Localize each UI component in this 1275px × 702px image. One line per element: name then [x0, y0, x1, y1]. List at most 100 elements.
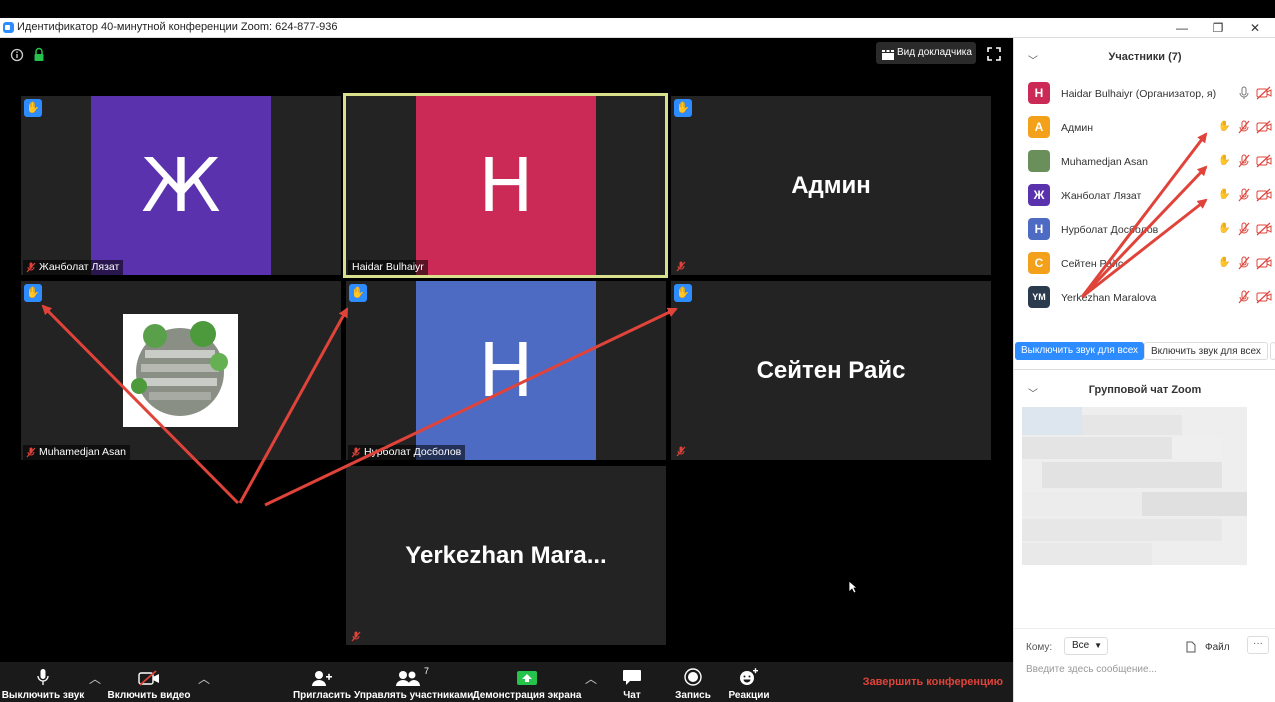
muted-mic-icon — [26, 262, 36, 273]
unmute-all-button[interactable]: Включить звук для всех — [1144, 342, 1268, 360]
participant-name: Жанболат Лязат — [39, 261, 120, 273]
audio-options-caret-icon[interactable]: ︿ — [89, 670, 101, 687]
video-tile[interactable]: Админ ✋ — [671, 96, 991, 275]
raised-hand-icon: ✋ — [1218, 189, 1231, 200]
muted-mic-icon[interactable] — [1237, 256, 1251, 270]
video-tile[interactable]: Ж ✋ Жанболат Лязат — [21, 96, 341, 275]
participant-row[interactable]: А Админ ✋ — [1028, 112, 1273, 142]
recipient-value: Все — [1072, 640, 1090, 651]
share-options-caret-icon[interactable]: ︿ — [585, 670, 597, 687]
speaker-view-button[interactable]: Вид докладчика — [876, 42, 976, 64]
participant-row[interactable]: Ж Жанболат Лязат ✋ — [1028, 180, 1273, 210]
chat-title: Групповой чат Zoom — [1088, 384, 1202, 396]
share-screen-button[interactable]: Демонстрация экрана — [472, 662, 582, 702]
muted-mic-icon[interactable] — [1237, 188, 1251, 202]
start-video-button[interactable]: Включить видео — [105, 662, 193, 702]
video-options-caret-icon[interactable]: ︿ — [198, 670, 210, 687]
avatar-letter: H — [478, 327, 534, 414]
video-off-icon[interactable] — [1256, 222, 1272, 236]
participant-name-label: Muhamedjan Asan — [23, 445, 130, 460]
file-icon[interactable] — [1186, 641, 1196, 653]
window-titlebar: Идентификатор 40-минутной конференции Zo… — [0, 18, 1275, 38]
reactions-smile-icon — [740, 668, 758, 685]
chat-button[interactable]: Чат — [610, 662, 654, 702]
grid-icon — [882, 47, 894, 60]
participant-row[interactable]: H Нурболат Досболов ✋ — [1028, 214, 1273, 244]
chevron-down-icon: ▼ — [1094, 641, 1102, 650]
raised-hand-icon: ✋ — [24, 284, 42, 302]
muted-mic-icon[interactable] — [1237, 290, 1251, 304]
muted-mic-icon — [676, 446, 686, 457]
record-label: Запись — [675, 690, 711, 701]
participant-row[interactable]: YM Yerkezhan Maralova — [1028, 282, 1273, 312]
chat-messages-blurred — [1022, 407, 1247, 565]
raised-hand-icon: ✋ — [1218, 223, 1231, 234]
video-off-icon[interactable] — [1256, 154, 1272, 168]
muted-mic-icon[interactable] — [1237, 154, 1251, 168]
avatar: H — [416, 96, 596, 275]
video-off-icon[interactable] — [1256, 86, 1272, 100]
video-off-icon[interactable] — [1256, 256, 1272, 270]
raised-hand-icon: ✋ — [24, 99, 42, 117]
speaker-view-label: Вид докладчика — [897, 47, 972, 58]
participant-name: Haidar Bulhaiyr — [352, 261, 424, 273]
file-button[interactable]: Файл — [1205, 642, 1230, 653]
manage-participants-button[interactable]: 7 Управлять участниками — [354, 662, 473, 702]
video-tile-active[interactable]: H Haidar Bulhaiyr — [343, 93, 668, 278]
participants-icon — [395, 671, 420, 686]
video-tile[interactable]: H ✋ Нурболат Досболов — [346, 281, 666, 460]
record-button[interactable]: Запись — [668, 662, 718, 702]
more-options-button[interactable] — [1270, 342, 1275, 360]
participant-row[interactable]: Muhamedjan Asan ✋ — [1028, 146, 1273, 176]
raised-hand-icon: ✋ — [349, 284, 367, 302]
participant-name: Muhamedjan Asan — [39, 446, 126, 458]
reactions-button[interactable]: Реакции — [722, 662, 776, 702]
mute-button[interactable]: Выключить звук — [0, 662, 86, 702]
video-off-icon[interactable] — [1256, 120, 1272, 134]
share-label: Демонстрация экрана — [472, 690, 582, 701]
video-label: Включить видео — [107, 690, 191, 701]
reactions-label: Реакции — [728, 690, 770, 701]
fullscreen-icon[interactable] — [987, 47, 1001, 61]
video-tile[interactable]: ✋ Muhamedjan Asan — [21, 281, 341, 460]
mute-all-button[interactable]: Выключить звук для всех — [1015, 342, 1145, 360]
video-off-icon[interactable] — [1256, 290, 1272, 304]
video-tile[interactable]: Yerkezhan Mara... — [346, 466, 666, 645]
participant-row-name: Muhamedjan Asan — [1061, 156, 1148, 168]
participant-avatar: H — [1028, 82, 1050, 104]
close-window-button[interactable]: ✕ — [1240, 19, 1270, 37]
participant-row-name: Нурболат Досболов — [1061, 224, 1159, 236]
recipient-select[interactable]: Все ▼ — [1064, 637, 1108, 655]
muted-mic-icon — [676, 261, 686, 272]
participants-count-badge: 7 — [423, 666, 429, 676]
participant-row[interactable]: С Сейтен Райс ✋ — [1028, 248, 1273, 278]
raised-hand-icon: ✋ — [1218, 155, 1231, 166]
muted-mic-icon[interactable] — [1237, 222, 1251, 236]
microphone-icon[interactable] — [1237, 86, 1251, 100]
video-off-icon[interactable] — [1256, 188, 1272, 202]
raised-hand-icon: ✋ — [1218, 121, 1231, 132]
invite-button[interactable]: Пригласить — [292, 662, 352, 702]
avatar: H — [416, 281, 596, 460]
end-meeting-button[interactable]: Завершить конференцию — [863, 676, 1003, 688]
participant-avatar: А — [1028, 116, 1050, 138]
video-off-icon — [138, 670, 159, 686]
restore-button[interactable]: ❐ — [1203, 19, 1233, 37]
participant-avatar: Ж — [1028, 184, 1050, 206]
lock-icon[interactable] — [33, 47, 45, 62]
avatar-letter: Ж — [141, 142, 221, 229]
video-tile[interactable]: Сейтен Райс ✋ — [671, 281, 991, 460]
chat-input-area: Кому: Все ▼ Файл ··· Введите здесь сообщ… — [1014, 628, 1275, 702]
chat-more-button[interactable]: ··· — [1247, 636, 1269, 654]
mute-label: Выключить звук — [1, 690, 85, 701]
raised-hand-icon: ✋ — [1218, 257, 1231, 268]
muted-mic-icon — [26, 447, 36, 458]
participant-row[interactable]: H Haidar Bulhaiyr (Организатор, я) — [1028, 78, 1273, 108]
minimize-button[interactable]: — — [1167, 19, 1197, 37]
mouse-cursor-icon — [848, 580, 858, 594]
participant-row-name: Жанболат Лязат — [1061, 190, 1142, 202]
participants-title: Участники (7) — [1108, 51, 1182, 63]
info-icon[interactable] — [10, 48, 24, 62]
muted-mic-icon[interactable] — [1237, 120, 1251, 134]
message-input[interactable]: Введите здесь сообщение... — [1026, 664, 1157, 675]
